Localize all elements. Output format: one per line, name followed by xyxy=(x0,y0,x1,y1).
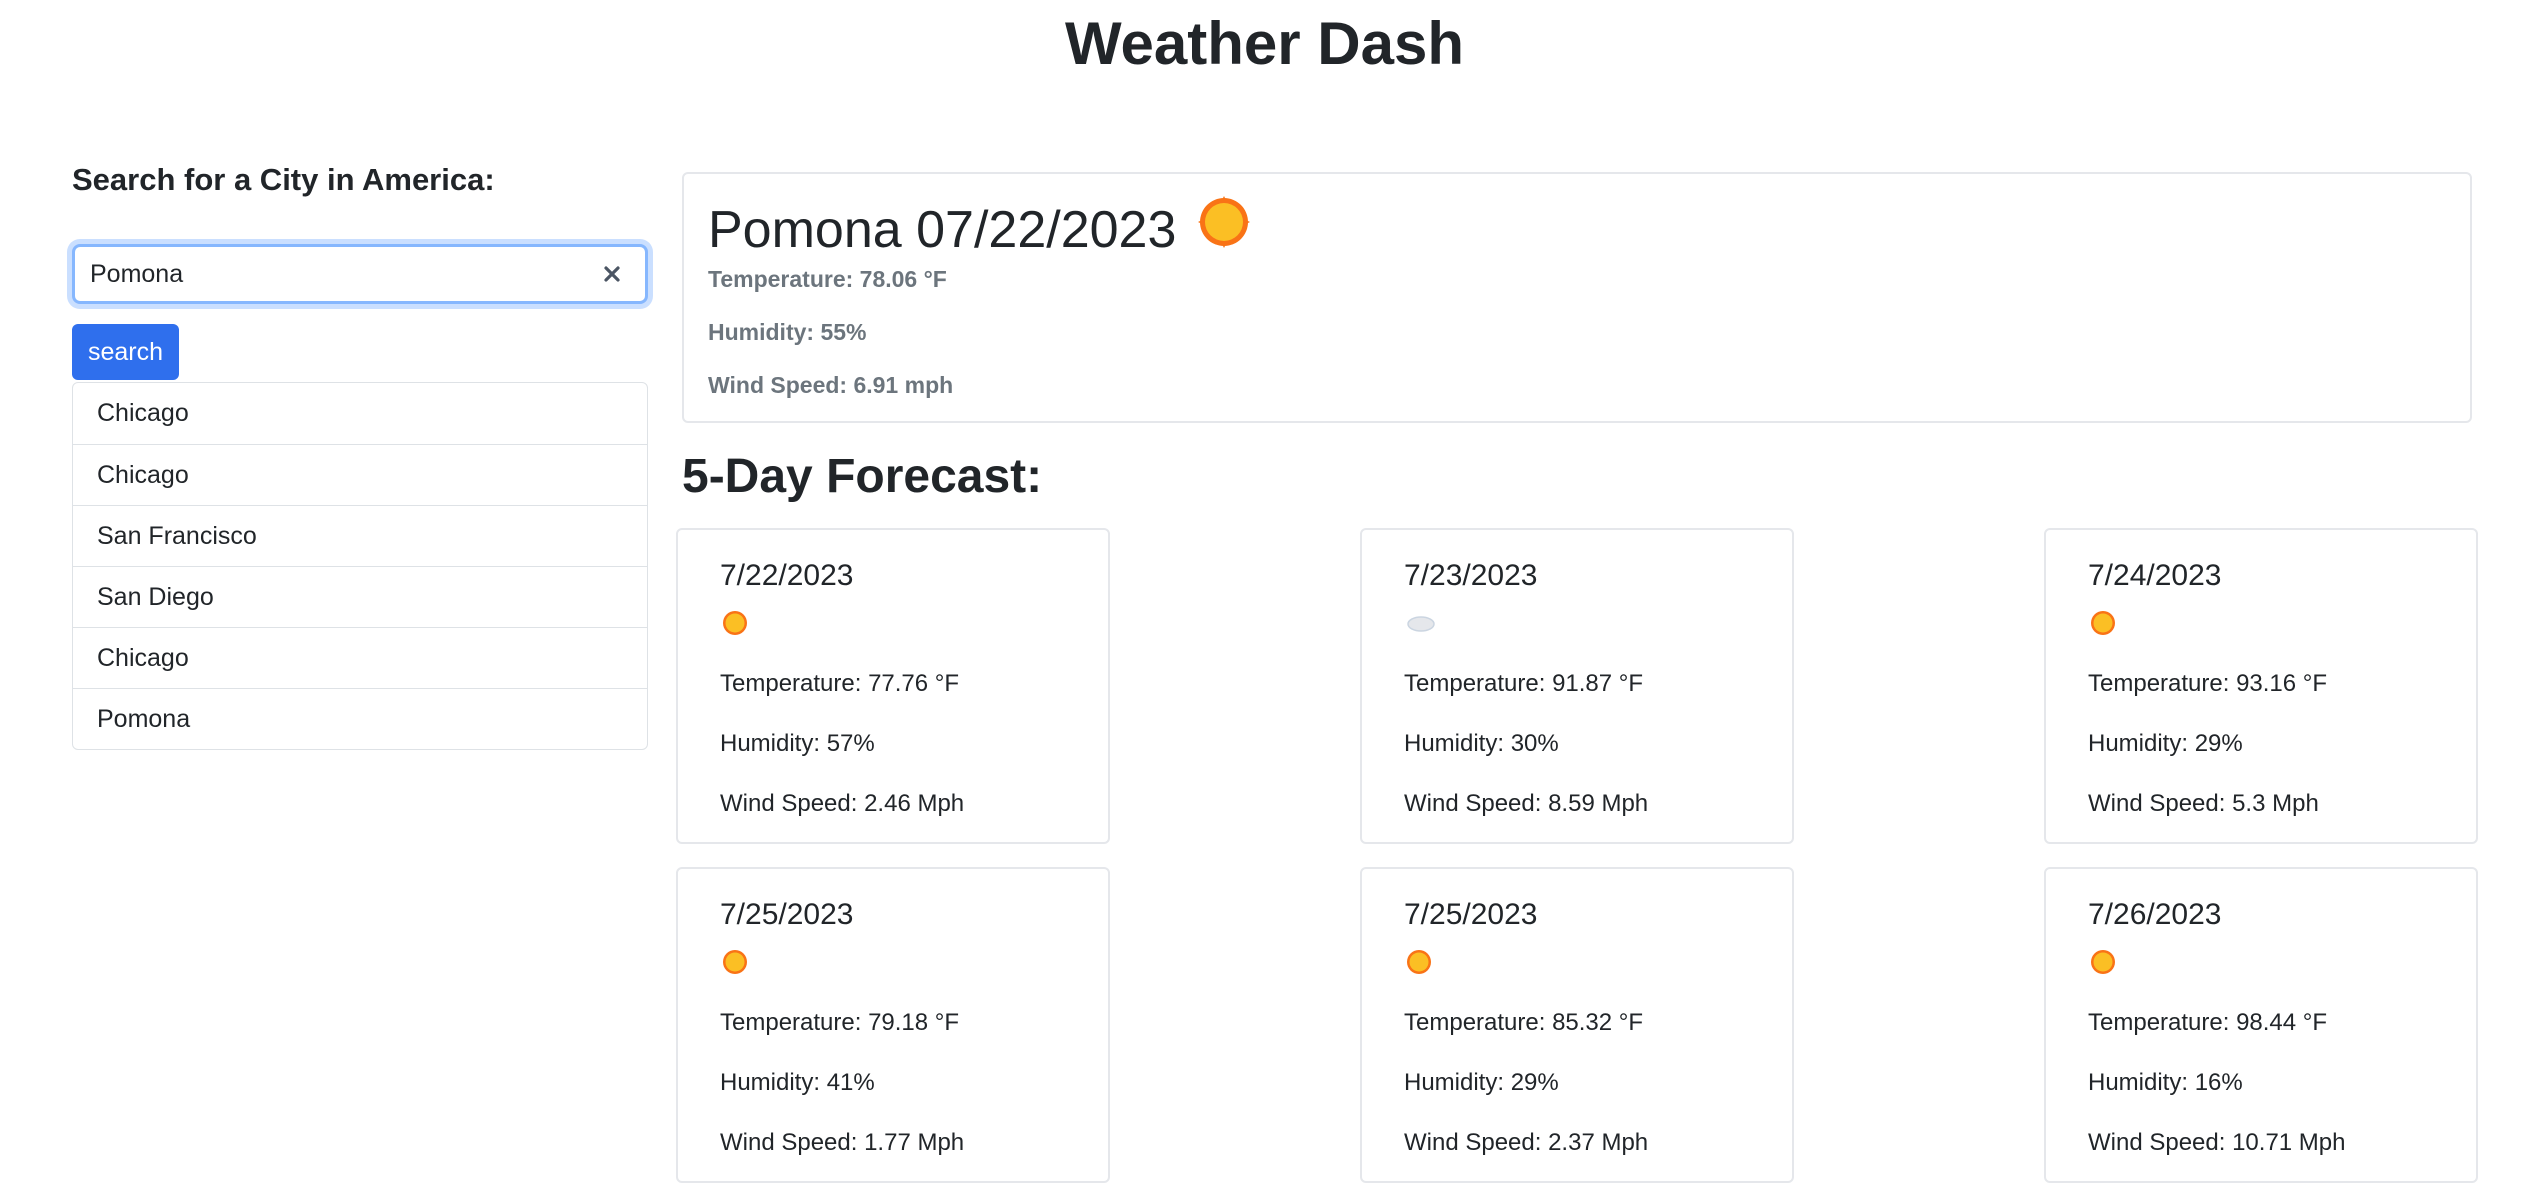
forecast-temperature: Temperature: 77.76 °F xyxy=(720,670,960,697)
forecast-wind-speed: Wind Speed: 2.46 Mph xyxy=(720,790,965,817)
forecast-wind-speed: Wind Speed: 1.77 Mph xyxy=(720,1129,965,1156)
history-item[interactable]: Pomona xyxy=(73,688,647,749)
current-weather-card: Pomona 07/22/2023 Temperature: 78.06 °F … xyxy=(682,172,2472,423)
history-item[interactable]: San Diego xyxy=(73,566,647,627)
search-heading: Search for a City in America: xyxy=(72,162,495,197)
forecast-card: 7/26/2023 Temperature: 98.44 °F Humidity… xyxy=(2044,867,2478,1183)
forecast-wind-speed: Wind Speed: 5.3 Mph xyxy=(2088,790,2319,817)
search-sidebar: Search for a City in America: search Chi… xyxy=(72,150,648,750)
history-item[interactable]: Chicago xyxy=(73,627,647,688)
forecast-temperature: Temperature: 91.87 °F xyxy=(1404,670,1644,697)
history-item[interactable]: Chicago xyxy=(73,444,647,505)
current-city-date: Pomona 07/22/2023 xyxy=(708,201,1177,259)
forecast-card: 7/25/2023 Temperature: 79.18 °F Humidity… xyxy=(676,867,1110,1183)
forecast-date: 7/23/2023 xyxy=(1404,559,1538,592)
forecast-card: 7/24/2023 Temperature: 93.16 °F Humidity… xyxy=(2044,528,2478,844)
forecast-temperature: Temperature: 98.44 °F xyxy=(2088,1009,2328,1036)
current-temperature: Temperature: 78.06 °F xyxy=(708,266,947,292)
forecast-temperature: Temperature: 93.16 °F xyxy=(2088,670,2328,697)
search-field[interactable] xyxy=(72,244,648,304)
forecast-date: 7/22/2023 xyxy=(720,559,854,592)
forecast-humidity: Humidity: 16% xyxy=(2088,1069,2243,1096)
search-button[interactable]: search xyxy=(72,324,179,380)
search-history-list: Chicago Chicago San Francisco San Diego … xyxy=(72,382,648,750)
forecast-humidity: Humidity: 57% xyxy=(720,730,875,757)
forecast-temperature: Temperature: 79.18 °F xyxy=(720,1009,960,1036)
forecast-date: 7/26/2023 xyxy=(2088,898,2222,931)
forecast-date: 7/24/2023 xyxy=(2088,559,2222,592)
forecast-date: 7/25/2023 xyxy=(720,898,854,931)
current-weather-heading: Pomona 07/22/2023 xyxy=(708,195,1251,261)
close-icon[interactable] xyxy=(597,259,627,289)
history-item[interactable]: San Francisco xyxy=(73,505,647,566)
forecast-wind-speed: Wind Speed: 10.71 Mph xyxy=(2088,1129,2346,1156)
sun-icon xyxy=(722,610,748,641)
forecast-humidity: Humidity: 30% xyxy=(1404,730,1559,757)
forecast-wind-speed: Wind Speed: 2.37 Mph xyxy=(1404,1129,1649,1156)
sun-icon xyxy=(1198,195,1251,261)
forecast-card: 7/25/2023 Temperature: 85.32 °F Humidity… xyxy=(1360,867,1794,1183)
weather-dash-page: Weather Dash Search for a City in Americ… xyxy=(0,0,2529,1198)
forecast-wind-speed: Wind Speed: 8.59 Mph xyxy=(1404,790,1649,817)
forecast-humidity: Humidity: 41% xyxy=(720,1069,875,1096)
forecast-humidity: Humidity: 29% xyxy=(1404,1069,1559,1096)
history-item[interactable]: Chicago xyxy=(73,383,647,444)
search-input[interactable] xyxy=(90,247,560,301)
cloud-icon xyxy=(1406,610,1436,641)
forecast-date: 7/25/2023 xyxy=(1404,898,1538,931)
forecast-card: 7/22/2023 Temperature: 77.76 °F Humidity… xyxy=(676,528,1110,844)
forecast-title: 5-Day Forecast: xyxy=(682,450,1043,503)
current-humidity: Humidity: 55% xyxy=(708,319,867,345)
forecast-card: 7/23/2023 Temperature: 91.87 °F Humidity… xyxy=(1360,528,1794,844)
page-title: Weather Dash xyxy=(1064,10,1465,77)
forecast-temperature: Temperature: 85.32 °F xyxy=(1404,1009,1644,1036)
sun-icon xyxy=(2090,610,2116,641)
current-wind-speed: Wind Speed: 6.91 mph xyxy=(708,372,954,398)
sun-icon xyxy=(2090,949,2116,980)
forecast-humidity: Humidity: 29% xyxy=(2088,730,2243,757)
sun-icon xyxy=(1406,949,1432,980)
sun-icon xyxy=(722,949,748,980)
